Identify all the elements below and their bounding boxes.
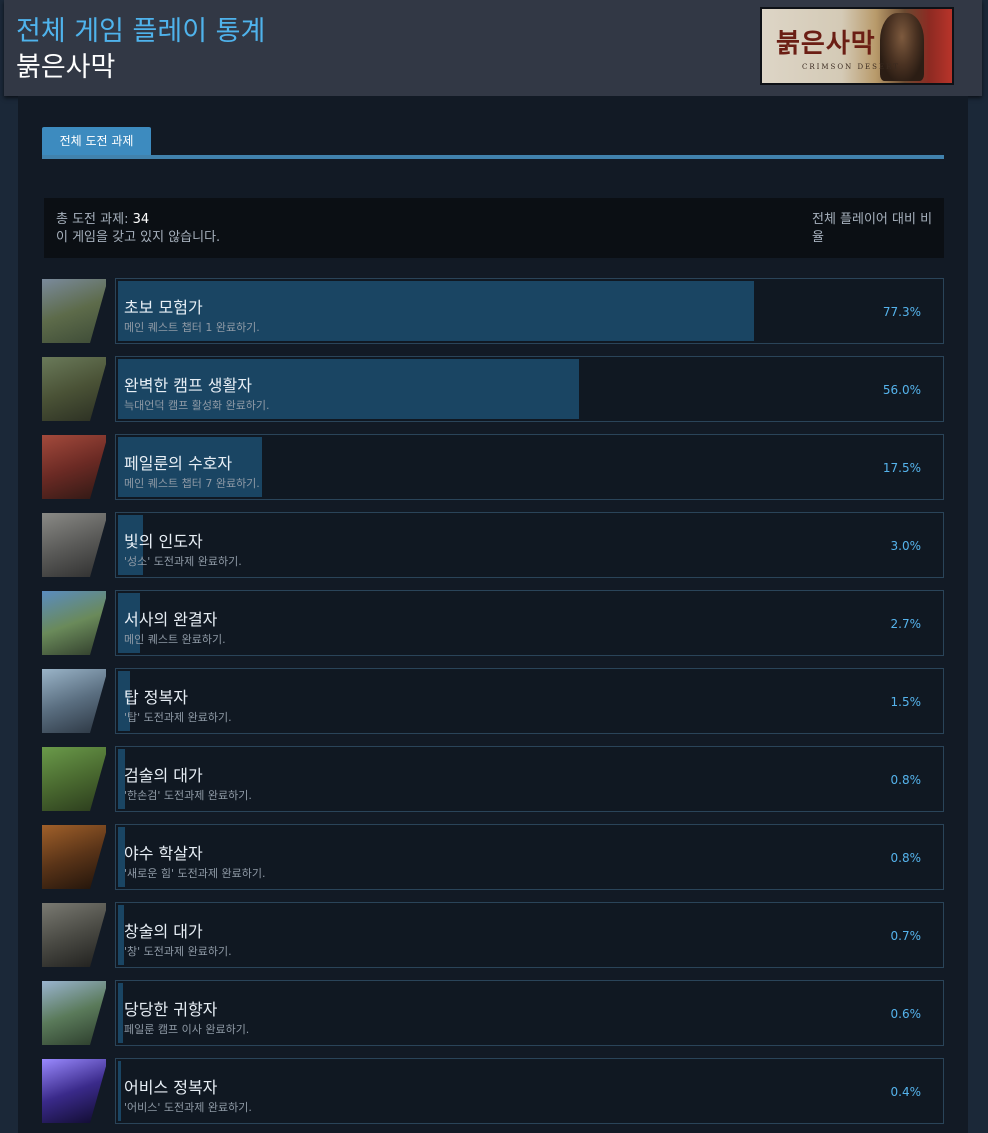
achievement-title: 어비스 정복자 [124,1078,218,1097]
achievement-row[interactable]: 탑 정복자 '탑' 도전과제 완료하기. 1.5% [42,668,946,736]
achievement-percent: 0.8% [890,851,922,865]
achievement-title: 당당한 귀향자 [124,1000,218,1019]
mountain-valley-icon [42,981,106,1045]
ownership-note: 이 게임을 갖고 있지 않습니다. [56,230,221,245]
achievement-description: '새로운 힘' 도전과제 완료하기. [124,867,266,880]
spear-warrior-icon [42,903,106,967]
achievement-progress-box: 초보 모험가메인 퀘스트 챕터 1 완료하기. 77.3% [115,278,944,344]
achievement-row[interactable]: 당당한 귀향자페일룬 캠프 이사 완료하기. 0.6% [42,980,946,1048]
achievement-row[interactable]: 야수 학살자 '새로운 힘' 도전과제 완료하기. 0.8% [42,824,946,892]
achievement-title: 페일룬의 수호자 [124,454,233,473]
achievement-description: 메인 퀘스트 챕터 7 완료하기. [124,477,260,490]
landscape-castle-icon [42,279,106,343]
achievement-summary: 총 도전 과제: 34 이 게임을 갖고 있지 않습니다. 전체 플레이어 대비… [44,198,944,258]
page-title: 전체 게임 플레이 통계 [16,16,266,47]
achievement-row[interactable]: 창술의 대가 '창' 도전과제 완료하기. 0.7% [42,902,946,970]
achievement-row[interactable]: 빛의 인도자 '성소' 도전과제 완료하기. 3.0% [42,512,946,580]
achievement-description: 메인 퀘스트 완료하기. [124,633,226,646]
achievement-progress-box: 창술의 대가 '창' 도전과제 완료하기. 0.7% [115,902,944,968]
achievement-progress-box: 서사의 완결자메인 퀘스트 완료하기. 2.7% [115,590,944,656]
capsule-logo-title: 붉은사막 [776,29,876,59]
achievement-description: 메인 퀘스트 챕터 1 완료하기. [124,321,260,334]
achievement-row[interactable]: 서사의 완결자메인 퀘스트 완료하기. 2.7% [42,590,946,658]
achievement-description: '성소' 도전과제 완료하기. [124,555,242,568]
tab-all-achievements[interactable]: 전체 도전 과제 [42,127,151,155]
achievement-description: '어비스' 도전과제 완료하기. [124,1101,252,1114]
red-building-icon [42,435,106,499]
game-capsule-image[interactable]: 붉은사막 CRIMSON DESERT [760,7,954,85]
achievement-progress-box: 완벽한 캠프 생활자늑대언덕 캠프 활성화 완료하기. 56.0% [115,356,944,422]
summary-info: 총 도전 과제: 34 이 게임을 갖고 있지 않습니다. [56,211,220,247]
main-content: 전체 도전 과제 총 도전 과제: 34 이 게임을 갖고 있지 않습니다. 전… [18,96,968,1133]
achievement-progress-box: 어비스 정복자 '어비스' 도전과제 완료하기. 0.4% [115,1058,944,1124]
achievement-percent: 0.6% [890,1007,922,1021]
percent-column-header: 전체 플레이어 대비 비율 [812,212,933,245]
achievement-progress-box: 검술의 대가 '한손검' 도전과제 완료하기. 0.8% [115,746,944,812]
achievement-title: 탑 정복자 [124,688,188,707]
achievement-percent: 2.7% [890,617,922,631]
achievement-progress-box: 페일룬의 수호자메인 퀘스트 챕터 7 완료하기. 17.5% [115,434,944,500]
achievement-title: 초보 모험가 [124,298,203,317]
total-count: 34 [132,212,150,227]
achievement-description: '탑' 도전과제 완료하기. [124,711,232,724]
achievement-percent: 77.3% [882,305,921,319]
swordsman-field-icon [42,747,106,811]
achievement-row[interactable]: 어비스 정복자 '어비스' 도전과제 완료하기. 0.4% [42,1058,946,1126]
sky-city-icon [42,591,106,655]
achievement-percent: 3.0% [890,539,922,553]
achievement-percent: 17.5% [882,461,921,475]
tab-bar: 전체 도전 과제 [42,127,944,160]
achievement-title: 야수 학살자 [124,844,203,863]
achievement-percent: 1.5% [890,695,922,709]
achievement-progress-box: 당당한 귀향자페일룬 캠프 이사 완료하기. 0.6% [115,980,944,1046]
achievement-title: 검술의 대가 [124,766,203,785]
achievement-progress-box: 빛의 인도자 '성소' 도전과제 완료하기. 3.0% [115,512,944,578]
achievement-progress-box: 야수 학살자 '새로운 힘' 도전과제 완료하기. 0.8% [115,824,944,890]
achievement-row[interactable]: 초보 모험가메인 퀘스트 챕터 1 완료하기. 77.3% [42,278,946,346]
achievement-title: 빛의 인도자 [124,532,203,551]
achievement-percent: 0.7% [890,929,922,943]
achievement-description: 늑대언덕 캠프 활성화 완료하기. [124,399,270,412]
achievement-title: 창술의 대가 [124,922,203,941]
achievement-row[interactable]: 완벽한 캠프 생활자늑대언덕 캠프 활성화 완료하기. 56.0% [42,356,946,424]
total-label: 총 도전 과제: [56,212,133,227]
achievement-percent-fill [118,1061,121,1121]
achievement-percent-fill [118,983,123,1043]
camp-village-icon [42,357,106,421]
achievement-percent: 56.0% [882,383,921,397]
achievement-percent: 0.8% [890,773,922,787]
game-name: 붉은사막 [16,52,116,83]
achievement-progress-box: 탑 정복자 '탑' 도전과제 완료하기. 1.5% [115,668,944,734]
total-achievements: 총 도전 과제: 34 [56,211,220,229]
sanctum-ruins-icon [42,513,106,577]
achievement-title: 완벽한 캠프 생활자 [124,376,252,395]
achievement-description: '한손검' 도전과제 완료하기. [124,789,252,802]
capsule-logo-subtitle: CRIMSON DESERT [802,63,900,71]
achievement-description: 페일룬 캠프 이사 완료하기. [124,1023,250,1036]
achievement-description: '창' 도전과제 완료하기. [124,945,232,958]
tab-underline [42,155,944,159]
achievement-title: 서사의 완결자 [124,610,218,629]
achievement-percent: 0.4% [890,1085,922,1099]
achievement-row[interactable]: 페일룬의 수호자메인 퀘스트 챕터 7 완료하기. 17.5% [42,434,946,502]
achievement-row[interactable]: 검술의 대가 '한손검' 도전과제 완료하기. 0.8% [42,746,946,814]
page-header: 전체 게임 플레이 통계 붉은사막 붉은사막 CRIMSON DESERT [4,0,982,96]
tower-machine-icon [42,669,106,733]
abyss-portal-icon [42,1059,106,1123]
dark-cave-icon [42,825,106,889]
